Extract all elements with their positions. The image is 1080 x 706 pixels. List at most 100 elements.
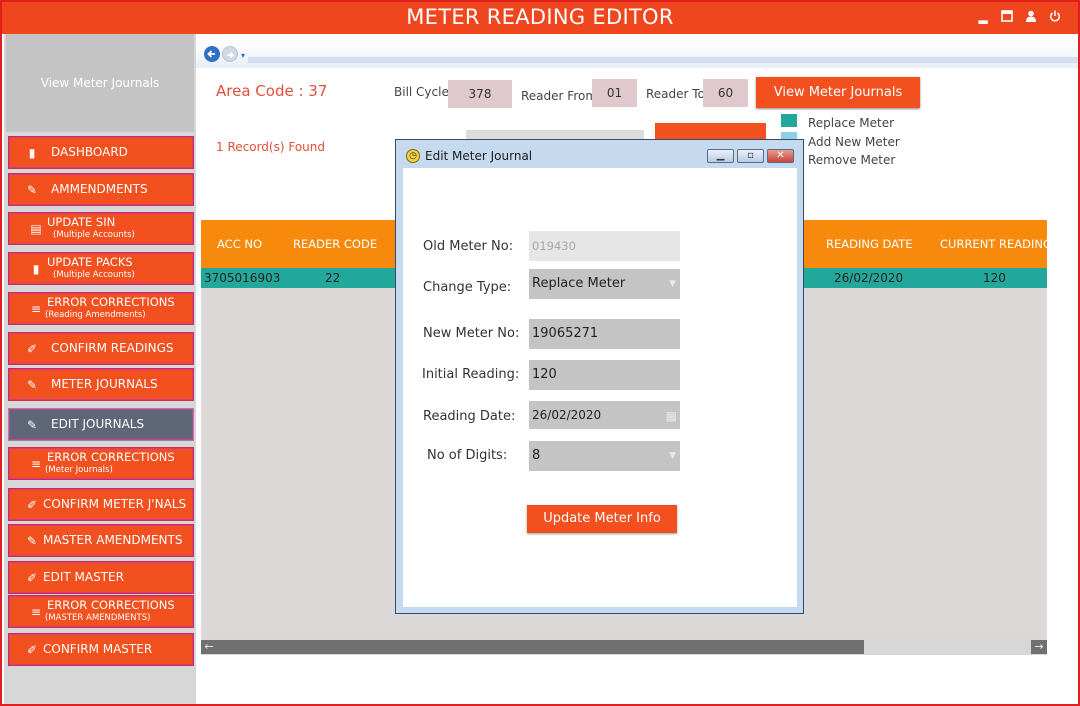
column-header-reading-date[interactable]: READING DATE — [826, 237, 912, 251]
sidebar-item-edit-journals[interactable]: ✎ EDIT JOURNALS — [8, 408, 194, 441]
forward-icon[interactable] — [222, 46, 238, 62]
pencil-icon: ✐ — [26, 643, 38, 657]
horizontal-scrollbar[interactable]: ← → — [201, 639, 1047, 655]
sidebar-item-sublabel: (Reading Amendments) — [45, 310, 146, 320]
area-code-label: Area Code : 37 — [216, 82, 328, 100]
title-bar: METER READING EDITOR ▂ — [2, 2, 1078, 34]
sidebar-item-label: ERROR CORRECTIONS — [47, 598, 175, 612]
bill-cycle-input[interactable]: 378 — [448, 80, 512, 108]
sidebar-item-label: ERROR CORRECTIONS — [47, 295, 175, 309]
sidebar-item-label: METER JOURNALS — [51, 377, 158, 391]
digits-select[interactable]: 8 ▼ — [529, 441, 680, 471]
maximize-icon[interactable] — [1000, 10, 1014, 24]
sidebar-item-label: EDIT JOURNALS — [51, 417, 145, 431]
navigation-bar: ▾ — [196, 42, 1078, 68]
initial-reading-label: Initial Reading: — [422, 367, 520, 382]
reader-to-input[interactable]: 60 — [703, 79, 748, 107]
pencil-icon: ✐ — [26, 342, 38, 356]
sidebar-item-confirm-master[interactable]: ✐ CONFIRM MASTER — [8, 633, 194, 666]
sidebar-item-error-corrections[interactable]: ≡ ERROR CORRECTIONS (Meter Journals) — [8, 447, 194, 480]
column-header-reader-code[interactable]: READER CODE — [293, 237, 377, 251]
user-edit-icon: ✎ — [26, 534, 38, 548]
sidebar-item-label: ERROR CORRECTIONS — [47, 450, 175, 464]
view-meter-journals-button[interactable]: View Meter Journals — [756, 77, 920, 108]
scrollbar-thumb[interactable] — [201, 640, 864, 654]
column-header-current-reading[interactable]: CURRENT READING — [940, 237, 1052, 251]
user-edit-icon: ✎ — [26, 183, 38, 197]
pencil-icon: ✐ — [26, 571, 38, 585]
old-meter-label: Old Meter No: — [423, 239, 514, 254]
reader-from-input[interactable]: 01 — [592, 79, 637, 107]
update-meter-info-button[interactable]: Update Meter Info — [527, 505, 677, 533]
pencil-icon: ✐ — [26, 498, 38, 512]
sidebar-item-label: CONFIRM READINGS — [51, 341, 174, 355]
change-type-value: Replace Meter — [532, 276, 626, 291]
change-type-select[interactable]: Replace Meter ▼ — [529, 269, 680, 299]
bill-cycle-label: Bill Cycle — [394, 85, 449, 99]
sidebar-item-ammendments[interactable]: ✎ AMMENDMENTS — [8, 173, 194, 206]
power-icon[interactable] — [1048, 10, 1062, 24]
cell-acc-no: 3705016903 — [204, 271, 281, 285]
chevron-down-icon: ▼ — [669, 279, 676, 289]
sidebar-item-confirm-readings[interactable]: ✐ CONFIRM READINGS — [8, 332, 194, 365]
sidebar-item-master-amendments[interactable]: ✎ MASTER AMENDMENTS — [8, 524, 194, 557]
legend-label-add: Add New Meter — [808, 135, 900, 149]
reading-date-label: Reading Date: — [423, 409, 516, 424]
dialog-maximize-icon[interactable]: ▫ — [737, 149, 764, 163]
sidebar-item-update-sin[interactable]: ▤ UPDATE SIN (Multiple Accounts) — [8, 212, 194, 245]
legend-label-replace: Replace Meter — [808, 116, 895, 130]
legend-swatch-replace — [781, 114, 797, 127]
reading-date-value: 26/02/2020 — [532, 408, 602, 422]
back-icon[interactable] — [204, 46, 220, 62]
scroll-right-icon[interactable]: → — [1031, 640, 1047, 654]
new-meter-input[interactable]: 19065271 — [529, 319, 680, 349]
old-meter-field: 019430 — [529, 231, 680, 261]
change-type-label: Change Type: — [423, 280, 512, 295]
history-dropdown-icon[interactable]: ▾ — [241, 51, 245, 60]
reading-date-picker[interactable]: 26/02/2020 ▦ — [529, 401, 680, 429]
sidebar-item-error-corrections[interactable]: ≡ ERROR CORRECTIONS (Reading Amendments) — [8, 292, 194, 325]
sidebar-item-sublabel: (Multiple Accounts) — [53, 270, 135, 280]
sidebar-item-dashboard[interactable]: ▮ DASHBOARD — [8, 136, 194, 169]
cell-reading-date: 26/02/2020 — [834, 271, 904, 285]
sidebar-item-confirm-meter-j-nals[interactable]: ✐ CONFIRM METER J'NALS — [8, 488, 194, 521]
sidebar-header-label: View Meter Journals — [40, 76, 160, 90]
reader-to-label: Reader To — [646, 87, 705, 101]
sidebar-item-label: AMMENDMENTS — [51, 182, 148, 196]
sidebar-item-label: UPDATE SIN — [47, 215, 116, 229]
app-window: METER READING EDITOR ▂ View Meter Journa… — [0, 0, 1080, 706]
initial-reading-input[interactable]: 120 — [529, 360, 680, 390]
sidebar-item-label: DASHBOARD — [51, 145, 128, 159]
sidebar-item-meter-journals[interactable]: ✎ METER JOURNALS — [8, 368, 194, 401]
list-icon: ≡ — [30, 605, 42, 619]
new-meter-label: New Meter No: — [423, 326, 520, 341]
list-icon: ≡ — [30, 457, 42, 471]
reader-from-label: Reader From — [521, 89, 598, 103]
column-header-acc-no[interactable]: ACC NO — [217, 237, 262, 251]
cell-current-reading: 120 — [983, 271, 1006, 285]
edit-meter-journal-dialog: ◷ Edit Meter Journal ▁ ▫ ✕ Old Meter No:… — [395, 139, 804, 614]
app-title: METER READING EDITOR — [406, 5, 674, 29]
sidebar-item-update-packs[interactable]: ▮ UPDATE PACKS (Multiple Accounts) — [8, 252, 194, 285]
scroll-left-icon[interactable]: ← — [201, 640, 217, 654]
sidebar-item-edit-master[interactable]: ✐ EDIT MASTER — [8, 561, 194, 594]
sidebar-item-sublabel: (MASTER AMENDMENTS) — [45, 613, 151, 623]
file-icon: ▤ — [30, 222, 42, 236]
book-icon: ▮ — [32, 262, 40, 276]
legend-label-remove: Remove Meter — [808, 153, 896, 167]
calendar-icon[interactable]: ▦ — [666, 402, 677, 430]
dialog-title: Edit Meter Journal — [425, 149, 533, 163]
cell-reader-code: 22 — [325, 271, 341, 285]
sidebar-header: View Meter Journals — [6, 34, 194, 132]
dialog-body: Old Meter No: 019430 Change Type: Replac… — [403, 168, 797, 607]
digits-value: 8 — [532, 448, 541, 463]
dialog-minimize-icon[interactable]: ▁ — [707, 149, 734, 163]
user-icon[interactable] — [1024, 10, 1038, 24]
sidebar-item-error-corrections[interactable]: ≡ ERROR CORRECTIONS (MASTER AMENDMENTS) — [8, 595, 194, 628]
sidebar-item-sublabel: (Multiple Accounts) — [53, 230, 135, 240]
minimize-icon[interactable]: ▂ — [976, 10, 990, 24]
clock-icon: ◷ — [406, 149, 420, 163]
user-edit-icon: ✎ — [26, 378, 38, 392]
dialog-close-icon[interactable]: ✕ — [767, 149, 794, 163]
sidebar-item-label: CONFIRM MASTER — [43, 642, 153, 656]
